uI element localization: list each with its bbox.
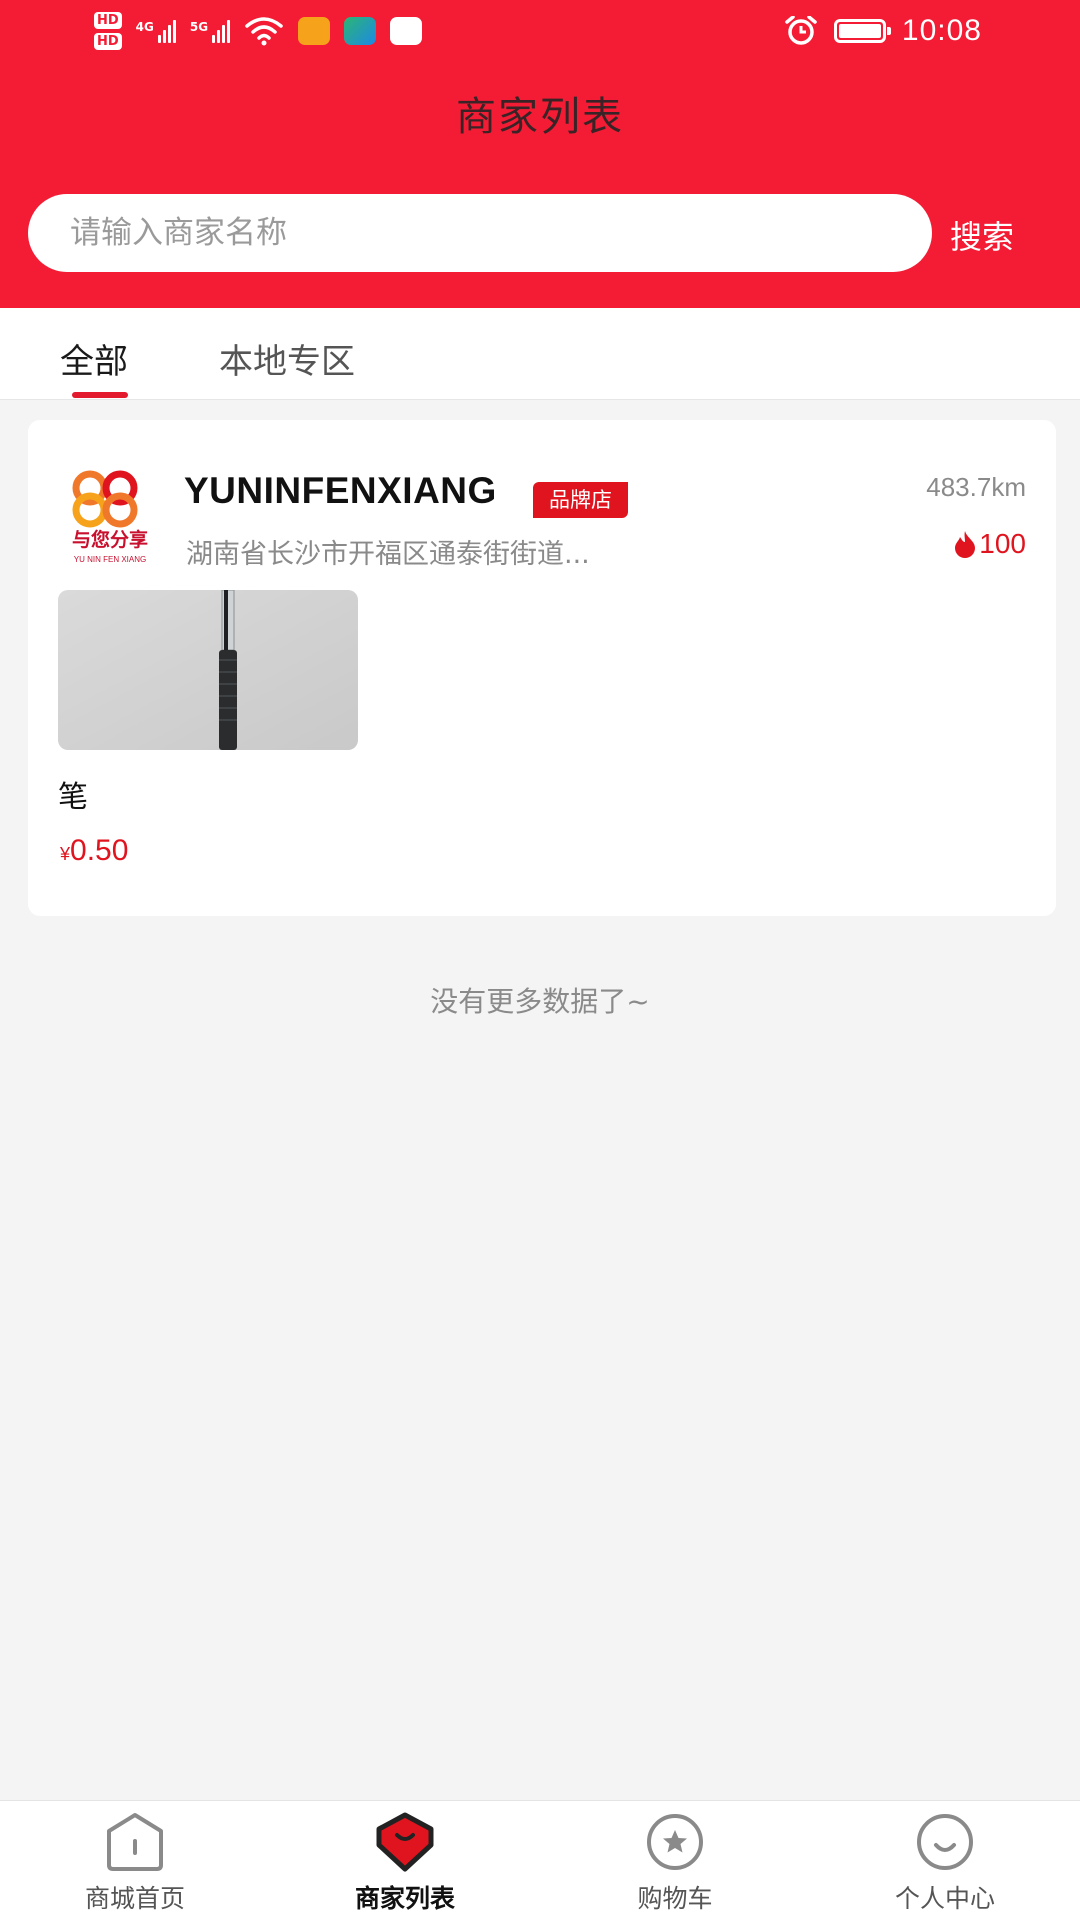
app-notification-icon	[298, 17, 331, 45]
svg-text:与您分享: 与您分享	[72, 528, 148, 551]
alarm-icon	[785, 16, 817, 45]
nav-merchant-list-label: 商家列表	[354, 1884, 455, 1913]
search-button[interactable]: 搜索	[950, 212, 1014, 258]
pen-photo	[58, 590, 358, 750]
merchant-logo: 与您分享 YU NIN FEN XIANG	[72, 470, 148, 564]
nav-merchant-list[interactable]: 商家列表	[270, 1801, 540, 1920]
bottom-nav: 商城首页 商家列表 购物车 个人中心	[0, 1800, 1080, 1920]
distance: 483.7km	[926, 472, 1026, 502]
signal-4g-icon: 4G	[136, 19, 176, 43]
wifi-icon	[245, 17, 283, 46]
nav-home[interactable]: 商城首页	[0, 1801, 270, 1920]
signal-5g-icon: 5G	[190, 19, 231, 43]
nav-cart[interactable]: 购物车	[540, 1801, 810, 1920]
price-value: 0.50	[70, 834, 129, 867]
nav-home-label: 商城首页	[84, 1884, 185, 1913]
header: HD HD 4G 5G 10:08 商家列表 请输入商家名称 搜索	[0, 0, 1080, 308]
svg-text:YU NIN FEN XIANG: YU NIN FEN XIANG	[74, 555, 146, 564]
flame-icon	[955, 531, 976, 558]
nav-cart-label: 购物车	[637, 1884, 713, 1913]
status-left: HD HD 4G 5G	[94, 6, 423, 56]
home-icon	[107, 1813, 163, 1871]
status-bar: HD HD 4G 5G 10:08	[0, 0, 1080, 60]
clock: 10:08	[901, 14, 982, 47]
hd-badge: HD	[94, 33, 122, 50]
product-name: 笔	[58, 780, 88, 815]
hd-indicators: HD HD	[94, 12, 122, 50]
star-cart-icon	[647, 1814, 703, 1870]
nav-profile-label: 个人中心	[894, 1884, 995, 1913]
product-image[interactable]	[58, 590, 358, 750]
hd-badge: HD	[94, 12, 122, 29]
smile-profile-icon	[917, 1814, 973, 1870]
app-notification-icon	[344, 17, 377, 45]
product-price: ¥0.50	[60, 834, 128, 868]
nav-profile[interactable]: 个人中心	[810, 1801, 1080, 1920]
list-end-text: 没有更多数据了~	[430, 985, 650, 1018]
battery-icon	[833, 19, 891, 43]
hot-count: 100	[979, 528, 1026, 559]
search-input[interactable]	[28, 194, 932, 272]
shopping-bag-icon	[390, 17, 423, 45]
merchant-list-icon	[376, 1812, 434, 1872]
tab-all[interactable]: 全部	[60, 334, 128, 383]
active-tab-indicator	[72, 392, 128, 398]
merchant-name: YUNINFENXIANG	[184, 470, 497, 511]
page-title: 商家列表	[456, 94, 624, 140]
category-tabs: 全部 本地专区	[0, 308, 1080, 400]
tab-local-zone[interactable]: 本地专区	[219, 334, 355, 383]
popularity: 100	[953, 528, 1026, 560]
currency-symbol: ¥	[60, 844, 71, 864]
status-right: 10:08	[784, 6, 982, 56]
merchant-address: 湖南省长沙市开福区通泰街街道...	[186, 539, 590, 570]
brand-store-badge: 品牌店	[533, 482, 628, 518]
merchant-card[interactable]: 与您分享 YU NIN FEN XIANG YUNINFENXIANG 品牌店 …	[28, 420, 1056, 916]
